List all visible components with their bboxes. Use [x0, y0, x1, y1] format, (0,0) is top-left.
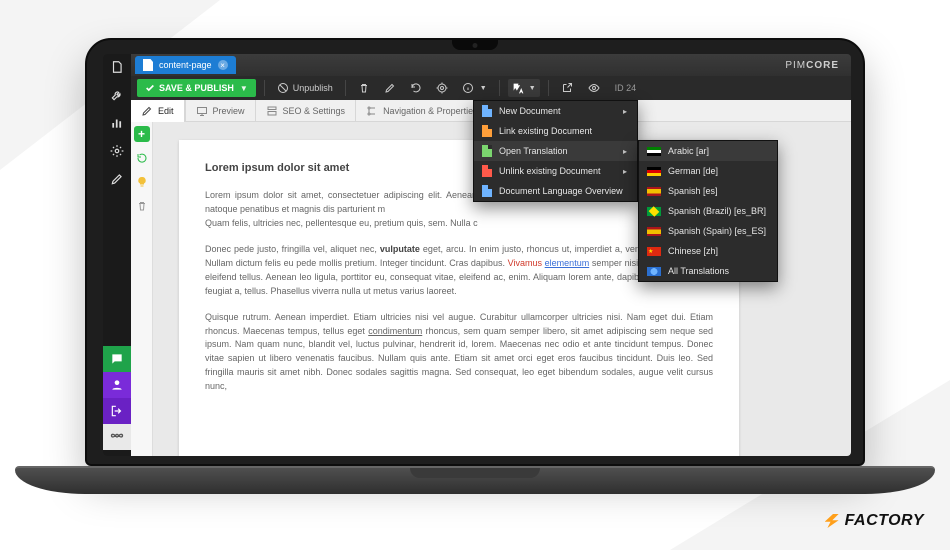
globe-icon [647, 267, 661, 276]
document-icon [482, 105, 492, 117]
laptop-screen: content-page × PIMCORE SAVE & PUBLISH ▼ [103, 54, 851, 456]
reload-button[interactable] [406, 79, 426, 97]
chevron-down-icon[interactable]: ▼ [240, 84, 248, 93]
tab-seo[interactable]: SEO & Settings [255, 100, 356, 122]
brand-logo: PIMCORE [785, 54, 839, 76]
laptop-camera [452, 40, 498, 50]
rail-chat-button[interactable] [103, 346, 131, 372]
flag-cn-icon [647, 247, 661, 256]
tab-edit-label: Edit [158, 106, 174, 116]
tab-preview[interactable]: Preview [185, 100, 255, 122]
rename-button[interactable] [380, 79, 400, 97]
divider [548, 80, 549, 96]
laptop-base [15, 466, 935, 494]
factory-logo-text: FACTORY [845, 512, 924, 530]
view-button[interactable] [583, 79, 605, 97]
pencil-icon[interactable] [110, 172, 124, 186]
language-submenu: Arabic [ar] German [de] Spanish [es] Spa… [638, 140, 778, 282]
lang-chinese[interactable]: Chinese [zh] [639, 241, 777, 261]
menu-new-document[interactable]: New Document ▸ [474, 101, 637, 121]
target-button[interactable] [432, 79, 452, 97]
wrench-icon[interactable] [110, 88, 124, 102]
flag-de-icon [647, 167, 661, 176]
document-icon [482, 165, 492, 177]
link-elementum[interactable]: elementum [545, 258, 590, 268]
paragraph-2: Donec pede justo, fringilla vel, aliquet… [205, 243, 713, 299]
paragraph-3: Quisque rutrum. Aenean imperdiet. Etiam … [205, 311, 713, 395]
tab-preview-label: Preview [213, 106, 245, 116]
add-block-button[interactable]: + [134, 126, 150, 142]
tab-edit[interactable]: Edit [131, 100, 185, 122]
tab-navigation-label: Navigation & Properties [383, 106, 478, 116]
trash-button[interactable] [134, 198, 150, 214]
delete-button[interactable] [354, 79, 374, 97]
rail-infinity-button[interactable] [103, 424, 131, 450]
lang-german[interactable]: German [de] [639, 161, 777, 181]
divider [264, 80, 265, 96]
lang-all-translations[interactable]: All Translations [639, 261, 777, 281]
lang-arabic[interactable]: Arabic [ar] [639, 141, 777, 161]
lang-spanish-spain[interactable]: Spanish (Spain) [es_ES] [639, 221, 777, 241]
file-icon[interactable] [110, 60, 124, 74]
save-publish-button[interactable]: SAVE & PUBLISH ▼ [137, 79, 256, 97]
tab-label: content-page [159, 60, 212, 70]
main-toolbar: SAVE & PUBLISH ▼ Unpublish ▼ [131, 76, 851, 100]
chevron-down-icon: ▼ [480, 85, 487, 92]
refresh-block-button[interactable] [134, 150, 150, 166]
flag-es-icon [647, 187, 661, 196]
info-button[interactable]: ▼ [458, 79, 491, 97]
laptop-bezel: content-page × PIMCORE SAVE & PUBLISH ▼ [85, 38, 865, 466]
menu-open-translation[interactable]: Open Translation ▸ [474, 141, 637, 161]
bolt-icon [825, 514, 839, 528]
translate-menu: New Document ▸ Link existing Document Op… [473, 100, 638, 202]
flag-br-icon [647, 207, 661, 216]
document-id: ID 24 [615, 83, 637, 93]
menu-unlink-existing[interactable]: Unlink existing Document ▸ [474, 161, 637, 181]
document-icon [482, 185, 492, 197]
menu-link-existing[interactable]: Link existing Document [474, 121, 637, 141]
divider [499, 80, 500, 96]
tab-seo-label: SEO & Settings [283, 106, 346, 116]
tab-content-page[interactable]: content-page × [135, 56, 236, 74]
open-external-button[interactable] [557, 79, 577, 97]
divider [345, 80, 346, 96]
left-rail [103, 54, 131, 456]
stats-icon[interactable] [110, 116, 124, 130]
unpublish-label: Unpublish [293, 83, 333, 93]
idea-button[interactable] [134, 174, 150, 190]
factory-logo: FACTORY [825, 512, 924, 530]
chevron-right-icon: ▸ [623, 147, 627, 156]
lang-spanish-brazil[interactable]: Spanish (Brazil) [es_BR] [639, 201, 777, 221]
close-icon[interactable]: × [218, 60, 228, 70]
gear-icon[interactable] [110, 144, 124, 158]
lang-spanish[interactable]: Spanish [es] [639, 181, 777, 201]
save-label: SAVE & PUBLISH [159, 83, 234, 93]
rail-exit-button[interactable] [103, 398, 131, 424]
rail-bottom-buttons [103, 346, 131, 450]
menu-language-overview[interactable]: Document Language Overview [474, 181, 637, 201]
document-icon [482, 125, 492, 137]
chevron-down-icon: ▼ [529, 85, 536, 92]
document-tabbar: content-page × PIMCORE [131, 54, 851, 76]
app-root: content-page × PIMCORE SAVE & PUBLISH ▼ [103, 54, 851, 456]
tab-navigation[interactable]: Navigation & Properties [355, 100, 488, 122]
flag-es-icon [647, 227, 661, 236]
chevron-right-icon: ▸ [623, 107, 627, 116]
rail-user-button[interactable] [103, 372, 131, 398]
laptop-frame: content-page × PIMCORE SAVE & PUBLISH ▼ [85, 38, 865, 494]
flag-ar-icon [647, 147, 661, 156]
page-icon [143, 59, 153, 71]
editor-mini-rail: + [131, 122, 153, 456]
translate-button[interactable]: ▼ [508, 79, 540, 97]
document-icon [482, 145, 492, 157]
unpublish-button[interactable]: Unpublish [273, 79, 337, 97]
chevron-right-icon: ▸ [623, 167, 627, 176]
